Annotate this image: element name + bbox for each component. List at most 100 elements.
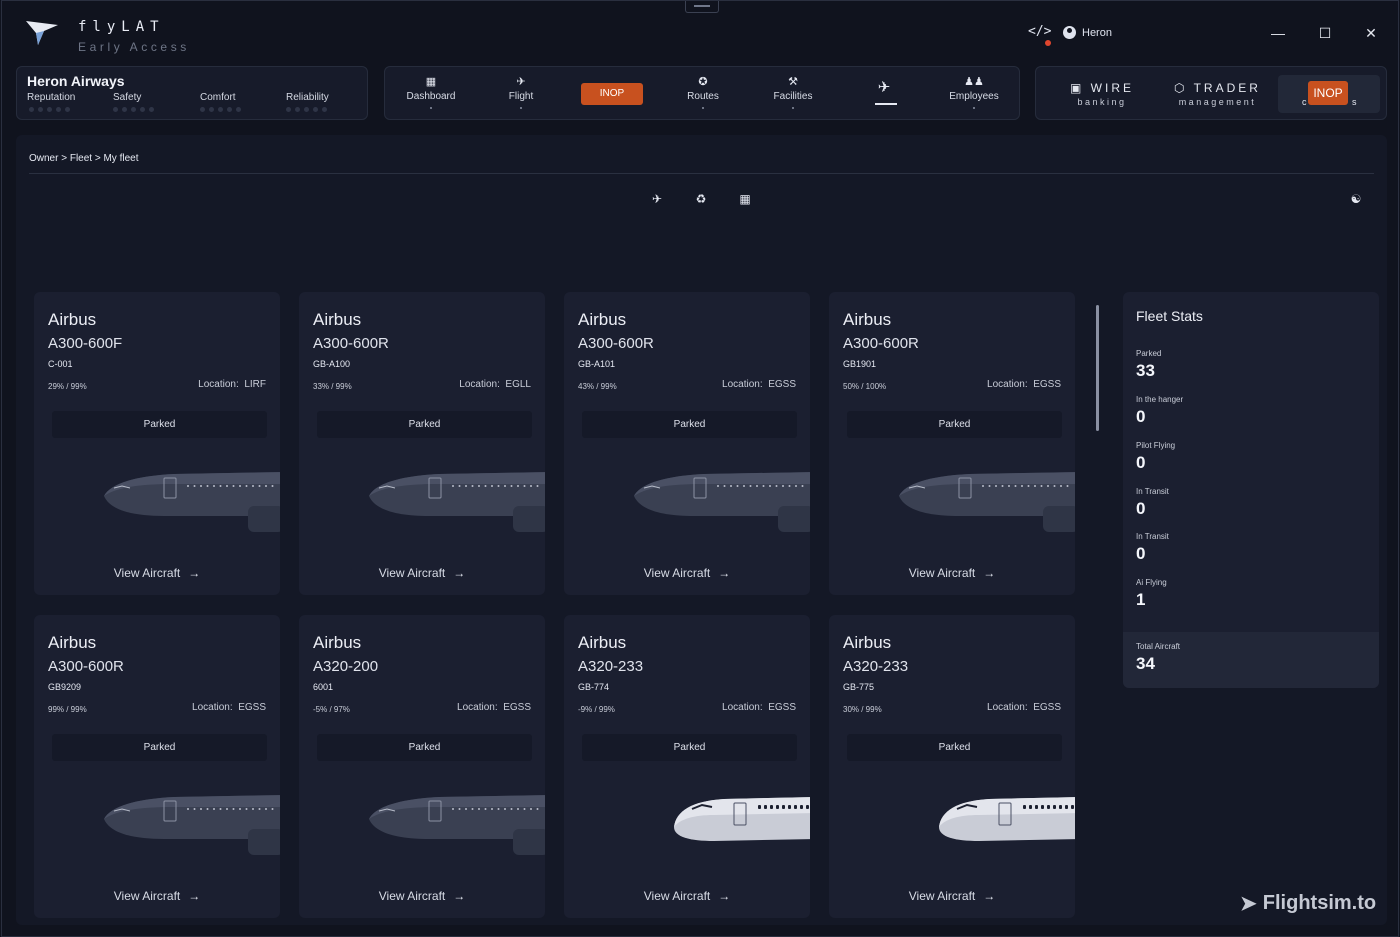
rating-label: Reputation [27,92,76,103]
wire-subtitle: banking [1077,97,1127,107]
aircraft-maker: Airbus [313,310,362,329]
location-code: EGSS [768,379,796,390]
view-aircraft-link[interactable]: View Aircraft → [299,889,545,903]
aircraft-image [899,454,1075,544]
paper-plane-icon: ➤ [1240,893,1257,915]
factory-icon[interactable]: ▦ [738,192,752,206]
inop-badge[interactable]: INOP [581,83,643,105]
view-aircraft-link[interactable]: View Aircraft → [564,566,810,580]
location-code: EGSS [1033,379,1061,390]
aircraft-location: Location: EGSS [987,379,1061,390]
trader-subtitle: management [1178,97,1257,107]
stat-value: 0 [1136,407,1146,426]
view-aircraft-link[interactable]: View Aircraft → [829,889,1075,903]
arrow-right-icon: → [453,566,466,580]
aircraft-model: A300-600R [843,335,919,352]
stat-label: Parked [1136,349,1162,358]
aircraft-maker: Airbus [578,310,627,329]
status-badge: Parked [847,734,1062,761]
aircraft-condition: 50% / 100% [843,382,887,391]
aircraft-card: Airbus A320-233 GB-774 -9% / 99% Location: E… [564,615,810,918]
stat-value: 33 [1136,361,1155,380]
wire-banking-button[interactable]: ▣ WIRE banking [1070,81,1134,107]
dev-code-icon[interactable]: </> [1028,24,1051,46]
status-badge: Parked [582,411,797,438]
fleet-content: Owner > Fleet > My fleet ✈ ♻ ▦ ☯ Airbus A… [16,135,1387,925]
stat-value: 1 [1136,590,1146,609]
aircraft-location: Location: LIRF [198,379,266,390]
total-aircraft: Total Aircraft 34 [1123,632,1379,688]
facilities-icon: ⚒ [788,76,798,88]
aircraft-image [369,777,545,867]
signpost-icon: ✪ [698,76,708,88]
divider [29,173,1374,174]
view-aircraft-link[interactable]: View Aircraft → [564,889,810,903]
plane-icon: ✈ [516,76,526,88]
aircraft-condition: 33% / 99% [313,382,352,391]
app-name: flyLAT [78,19,165,35]
nav-employees[interactable]: ♟♟ Employees [934,75,1014,109]
location-label: Location: [198,379,239,390]
view-aircraft-link[interactable]: View Aircraft → [299,566,545,580]
inop-badge[interactable]: INOP [1308,81,1348,105]
rating-reliability: Reliability [286,92,329,112]
nav-fleet[interactable]: ✈ [844,80,924,95]
basket-icon[interactable]: ☯ [1349,192,1363,206]
location-code: EGSS [1033,702,1061,713]
location-code: EGSS [768,702,796,713]
stat-ai-flying: Ai Flying 1 [1136,578,1167,610]
main-nav: ▦ Dashboard ✈ Flight INOP ✪ Routes ⚒ Fac… [384,66,1020,120]
aircraft-image [634,777,810,867]
view-label: View Aircraft [113,889,181,903]
view-aircraft-link[interactable]: View Aircraft → [34,566,280,580]
heron-logo-icon [26,21,58,45]
aircraft-registration: GB-A101 [578,359,616,369]
stat-total: Total Aircraft 34 [1136,642,1180,674]
nav-dashboard[interactable]: ▦ Dashboard [391,75,471,109]
view-aircraft-link[interactable]: View Aircraft → [829,566,1075,580]
drag-handle[interactable] [685,1,719,13]
scrollbar-thumb[interactable] [1096,305,1099,431]
maximize-icon[interactable]: ☐ [1315,23,1335,43]
fv-button[interactable]: V c s INOP [1278,75,1380,113]
aircraft-image [104,777,280,867]
aircraft-model: A300-600F [48,335,123,352]
recycle-icon[interactable]: ♻ [694,192,708,206]
wallet-icon: ▣ [1070,81,1091,95]
fv-subtitle: s [1352,97,1357,107]
plane-filter-icon[interactable]: ✈ [650,192,664,206]
stat-label: In Transit [1136,532,1169,541]
view-label: View Aircraft [908,566,976,580]
nav-routes[interactable]: ✪ Routes [663,75,743,109]
aircraft-condition: 29% / 99% [48,382,87,391]
aircraft-maker: Airbus [843,310,892,329]
aircraft-maker: Airbus [48,310,97,329]
fleet-stats: Fleet Stats Parked 33 In the hanger 0 Pi… [1123,292,1379,688]
trader-button[interactable]: ⬡ TRADER management [1174,81,1261,107]
fv-subtitle: c [1302,97,1307,107]
location-code: EGLL [505,379,531,390]
view-label: View Aircraft [113,566,181,580]
close-icon[interactable]: ✕ [1361,23,1381,43]
user-menu[interactable]: Heron [1063,26,1112,39]
stat-label: Ai Flying [1136,578,1167,587]
view-aircraft-link[interactable]: View Aircraft → [34,889,280,903]
status-badge: Parked [847,411,1062,438]
app-logo [24,17,60,47]
status-badge: Parked [317,411,532,438]
aircraft-image [104,454,280,544]
title-bar: flyLAT Early Access </> Heron — ☐ ✕ [2,1,1398,63]
wire-title: WIRE [1090,81,1135,95]
arrow-right-icon: → [983,566,996,580]
nav-label: Facilities [773,91,813,102]
nav-label: Routes [687,91,719,102]
aircraft-model: A300-600R [313,335,389,352]
minimize-icon[interactable]: — [1268,23,1288,43]
aircraft-registration: GB9209 [48,682,82,692]
aircraft-image [369,454,545,544]
location-code: EGSS [503,702,531,713]
nav-facilities[interactable]: ⚒ Facilities [753,75,833,109]
nav-flight[interactable]: ✈ Flight [481,75,561,109]
status-badge: Parked [317,734,532,761]
status-badge: Parked [52,734,267,761]
